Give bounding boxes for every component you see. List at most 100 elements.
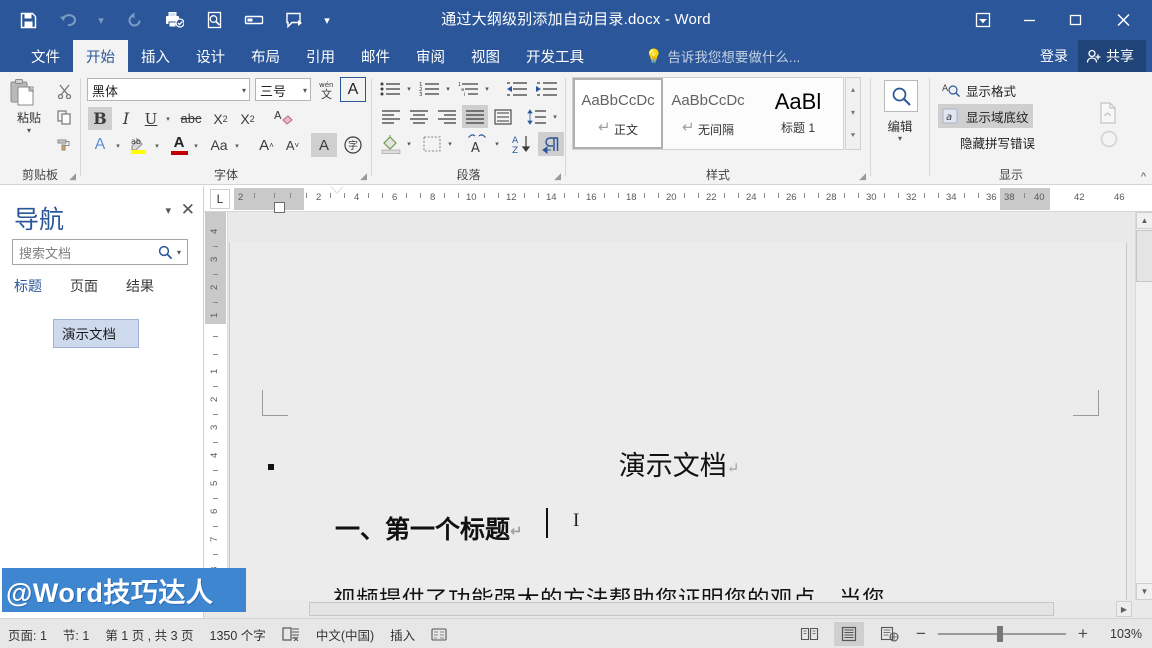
document-page[interactable]: 演示文档↵ 一、第一个标题↵ I 视频提供了功能强大的方法帮助您证明您的观点。当… xyxy=(229,242,1128,616)
status-word-count[interactable]: 1350 个字 xyxy=(210,625,266,644)
horizontal-scrollbar[interactable]: ▶ xyxy=(204,600,1152,618)
search-icon[interactable] xyxy=(158,245,177,260)
nav-tab-results[interactable]: 结果 xyxy=(126,276,154,296)
ribbon-display-options-icon[interactable] xyxy=(960,2,1006,38)
horizontal-ruler[interactable]: L 2 2 4 6 8 10 12 14 16 18 20 22 24 26 2… xyxy=(204,186,1152,213)
read-mode-view-button[interactable] xyxy=(794,622,824,646)
zoom-percentage[interactable]: 103% xyxy=(1100,627,1142,641)
align-center-button[interactable] xyxy=(406,105,432,128)
hanging-indent-marker[interactable] xyxy=(274,202,285,213)
highlight-dropdown-icon[interactable]: ▾ xyxy=(152,139,162,153)
status-language[interactable]: 中文(中国) xyxy=(316,625,374,644)
change-case-dropdown-icon[interactable]: ▾ xyxy=(232,139,242,153)
nav-tab-headings[interactable]: 标题 xyxy=(14,276,42,296)
scroll-down-icon[interactable]: ▼ xyxy=(1136,583,1152,600)
tab-review[interactable]: 审阅 xyxy=(403,40,458,72)
shading-dropdown-icon[interactable]: ▾ xyxy=(404,138,414,150)
tab-insert[interactable]: 插入 xyxy=(128,40,183,72)
nav-tab-pages[interactable]: 页面 xyxy=(70,276,98,296)
navigation-close-icon[interactable]: ✕ xyxy=(181,200,195,220)
maximize-button[interactable] xyxy=(1052,2,1098,38)
distributed-button[interactable] xyxy=(490,105,516,128)
field-shading-row[interactable]: a 显示域底纹 xyxy=(938,104,1033,128)
paste-button[interactable]: 粘贴 ▾ xyxy=(8,78,50,135)
grow-font-button[interactable]: A ˄ xyxy=(254,133,279,157)
tab-layout[interactable]: 布局 xyxy=(238,40,293,72)
numbering-dropdown-icon[interactable]: ▾ xyxy=(443,83,453,95)
italic-button[interactable]: I xyxy=(114,107,138,130)
print-layout-view-button[interactable] xyxy=(834,622,864,646)
copy-button[interactable] xyxy=(52,104,76,130)
status-page-count[interactable]: 第 1 页 , 共 3 页 xyxy=(105,625,193,644)
phonetic-guide-button[interactable]: wén 文 xyxy=(314,77,338,102)
macro-record-icon[interactable] xyxy=(431,627,448,642)
vertical-ruler[interactable]: 4 3 2 1 1 2 3 4 5 6 7 8 xyxy=(204,212,228,618)
tab-references[interactable]: 引用 xyxy=(293,40,348,72)
character-shading-button[interactable]: A xyxy=(311,133,337,157)
proofing-errors-icon[interactable] xyxy=(282,626,300,642)
chevron-down-icon[interactable]: ▾ xyxy=(303,86,307,95)
change-case-button[interactable]: Aa xyxy=(205,133,233,157)
editing-dropdown-icon[interactable]: ▾ xyxy=(871,134,929,143)
status-insert-mode[interactable]: 插入 xyxy=(390,625,415,644)
font-size-combobox[interactable]: 三号 ▾ xyxy=(255,78,311,101)
pinyin-button[interactable]: A xyxy=(464,132,492,156)
decrease-indent-button[interactable] xyxy=(502,78,530,100)
zoom-in-button[interactable]: + xyxy=(1076,624,1090,644)
tab-design[interactable]: 设计 xyxy=(183,40,238,72)
subscript-button[interactable]: X2 xyxy=(208,107,233,130)
multilevel-list-button[interactable]: 1ai xyxy=(456,78,482,100)
zoom-out-button[interactable]: − xyxy=(914,624,928,644)
tab-mailings[interactable]: 邮件 xyxy=(348,40,403,72)
style-item-normal[interactable]: AaBbCcDc ↵ 正文 xyxy=(573,78,663,149)
format-painter-button[interactable] xyxy=(52,130,76,156)
highlight-color-button[interactable]: ab xyxy=(127,133,153,157)
web-layout-view-button[interactable] xyxy=(874,622,904,646)
chevron-down-icon[interactable]: ▾ xyxy=(242,86,246,95)
scroll-right-icon[interactable]: ▶ xyxy=(1116,601,1132,617)
font-color-dropdown-icon[interactable]: ▾ xyxy=(191,139,201,153)
sort-button[interactable]: AZ xyxy=(509,132,535,156)
line-spacing-button[interactable] xyxy=(524,105,550,128)
navigation-search-input[interactable]: 搜索文档 ▾ xyxy=(12,239,188,265)
sign-in-button[interactable]: 登录 xyxy=(1030,46,1078,66)
underline-dropdown-icon[interactable]: ▾ xyxy=(163,112,173,126)
share-button[interactable]: 共享 xyxy=(1078,40,1146,72)
horizontal-scroll-thumb[interactable] xyxy=(309,602,1054,616)
clipboard-dialog-launcher[interactable]: ◢ xyxy=(69,171,76,182)
cut-button[interactable] xyxy=(52,78,76,104)
nav-heading-item[interactable]: 演示文档 xyxy=(53,319,139,348)
strikethrough-button[interactable]: abc xyxy=(176,107,206,130)
pinyin-dropdown-icon[interactable]: ▾ xyxy=(492,138,502,150)
bullets-button[interactable] xyxy=(378,78,404,100)
shrink-font-button[interactable]: A ˅ xyxy=(280,133,305,157)
text-effects-dropdown-icon[interactable]: ▾ xyxy=(113,139,123,153)
hide-spelling-row[interactable]: 隐藏拼写错误 xyxy=(938,130,1039,154)
search-options-icon[interactable]: ▾ xyxy=(177,248,187,257)
font-dialog-launcher[interactable]: ◢ xyxy=(360,171,367,182)
line-spacing-dropdown-icon[interactable]: ▾ xyxy=(550,111,560,123)
document-heading-1[interactable]: 一、第一个标题↵ xyxy=(335,510,523,546)
shading-button[interactable] xyxy=(378,132,404,156)
scroll-up-icon[interactable]: ▲ xyxy=(1136,212,1152,229)
zoom-thumb[interactable] xyxy=(997,626,1003,642)
borders-button[interactable] xyxy=(419,132,445,156)
bullets-dropdown-icon[interactable]: ▾ xyxy=(404,83,414,95)
first-line-indent-marker[interactable] xyxy=(331,186,343,193)
vertical-scrollbar[interactable]: ▲ ▼ xyxy=(1135,212,1152,600)
find-button[interactable] xyxy=(884,80,918,112)
justify-button[interactable] xyxy=(462,105,488,128)
linked-page-button[interactable] xyxy=(1098,102,1120,126)
style-item-no-spacing[interactable]: AaBbCcDc ↵ 无间隔 xyxy=(663,78,753,149)
align-right-button[interactable] xyxy=(434,105,460,128)
align-left-button[interactable] xyxy=(378,105,404,128)
superscript-button[interactable]: X2 xyxy=(235,107,260,130)
collapse-ribbon-button[interactable]: ^ xyxy=(1141,171,1146,183)
tab-stop-selector[interactable]: L xyxy=(210,189,230,209)
font-color-button[interactable]: A xyxy=(166,133,192,157)
status-section-label[interactable]: 节: 1 xyxy=(63,625,89,644)
styles-scroll-down-icon[interactable]: ▾ xyxy=(846,101,860,124)
circle-button[interactable] xyxy=(1100,130,1120,150)
style-item-heading1[interactable]: AaBl 标题 1 xyxy=(753,78,843,149)
document-title-paragraph[interactable]: 演示文档↵ xyxy=(230,444,1128,483)
